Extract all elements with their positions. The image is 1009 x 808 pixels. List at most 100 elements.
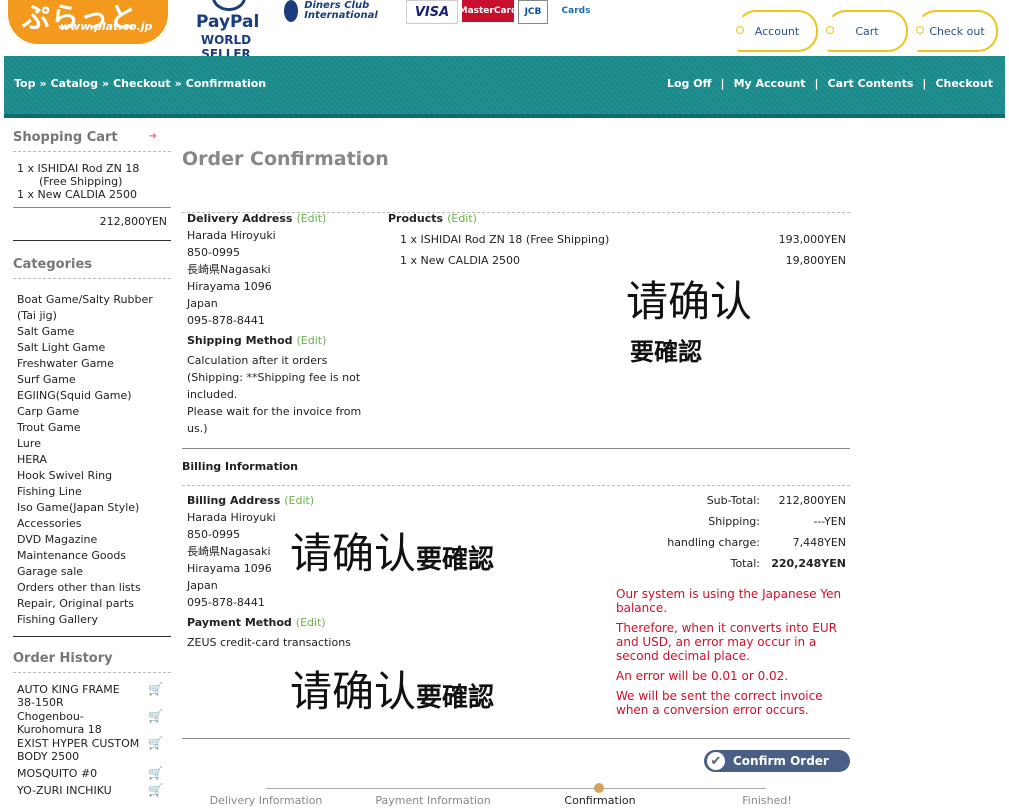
payment-edit-link[interactable]: (Edit) [296,616,326,629]
category-item[interactable]: Salt Light Game [17,340,167,356]
shipping-method-label: Shipping Method [187,334,293,347]
category-item[interactable]: Hook Swivel Ring [17,468,167,484]
overlay-kanji-1-sub: 要確認 [630,338,702,366]
breadcrumb-catalog[interactable]: Catalog [51,77,98,90]
category-item[interactable]: Fishing Gallery [17,612,167,628]
billing-edit-link[interactable]: (Edit) [284,494,314,507]
cart-button[interactable]: Cart [826,10,908,52]
log-off-link[interactable]: Log Off [667,77,712,90]
shipping-line: included. [187,388,238,401]
pin-icon [826,26,834,34]
amex-label: Cards [561,6,591,16]
totals-value: 212,800YEN [778,494,846,507]
delivery-line: 095-878-8441 [187,314,265,327]
history-item-name: Chogenbou- [17,710,84,723]
arrow-right-icon[interactable]: ➜ [149,131,157,142]
category-item[interactable]: HERA [17,452,167,468]
nav-separator: | [814,77,819,90]
breadcrumb-confirmation[interactable]: Confirmation [186,77,266,90]
history-item[interactable]: YO-ZURI INCHIKU 🛒 [17,784,167,798]
category-item[interactable]: Orders other than lists [17,580,167,596]
category-item[interactable]: Boat Game/Salty Rubber [17,292,167,308]
add-to-cart-icon[interactable]: 🛒 [148,784,164,798]
categories-title: Categories [13,255,171,279]
overlay-kanji-2-sub: 要確認 [416,545,495,575]
diners-card-icon: Diners Club International [284,0,396,22]
confirm-order-label: Confirm Order [733,754,829,768]
category-item[interactable]: DVD Magazine [17,532,167,548]
shopping-cart-title[interactable]: Shopping Cart ➜ [13,128,171,152]
currency-notice: Our system is using the Japanese Yen bal… [616,587,850,723]
totals-row: handling charge: 7,448YEN [606,532,846,553]
category-item[interactable]: (Tai jig) [17,308,167,324]
amex-card-icon: Cards [550,0,602,22]
site-header: ぷらっと www.plat.co.jp PayPal WORLD SELLER … [0,0,1009,61]
checkout-button[interactable]: Check out [916,10,998,52]
cart-contents-link[interactable]: Cart Contents [828,77,914,90]
products-edit-link[interactable]: (Edit) [447,212,477,225]
breadcrumb-checkout[interactable]: Checkout [113,77,171,90]
cart-item[interactable]: 1 x New CALDIA 2500 [17,188,167,201]
category-item[interactable]: Repair, Original parts [17,596,167,612]
notice-text: An error will be 0.01 or 0.02. [616,669,789,683]
billing-line: Harada Hiroyuki [187,511,276,524]
confirm-order-button[interactable]: ✔ Confirm Order [704,750,850,772]
checkout-button-label: Check out [929,24,985,38]
shipping-line: us.) [187,422,208,435]
category-item[interactable]: Salt Game [17,324,167,340]
checkout-link[interactable]: Checkout [935,77,993,90]
add-to-cart-icon[interactable]: 🛒 [148,737,164,751]
category-item[interactable]: Freshwater Game [17,356,167,372]
paypal-brand: PayPal [196,12,260,32]
totals-label: Total: [730,557,760,570]
history-item[interactable]: Chogenbou- Kurohomura 18 🛒 [17,710,167,737]
notice-text: Therefore, when it converts into EUR and… [616,621,837,663]
my-account-link[interactable]: My Account [734,77,806,90]
totals-row-grand: Total: 220,248YEN [606,553,846,574]
totals-value: 7,448YEN [792,536,846,549]
category-item[interactable]: EGIING(Squid Game) [17,388,167,404]
breadcrumb-top[interactable]: Top [14,77,35,90]
nav-separator: | [922,77,927,90]
jcb-card-icon: JCB [518,0,548,24]
category-item[interactable]: Lure [17,436,167,452]
add-to-cart-icon[interactable]: 🛒 [148,767,164,781]
step-delivery: Delivery Information [209,794,323,807]
history-item[interactable]: EXIST HYPER CUSTOM BODY 2500 🛒 [17,737,167,764]
shipping-edit-link[interactable]: (Edit) [297,334,327,347]
account-button[interactable]: Account [736,10,818,52]
paypal-logo-icon [212,0,246,11]
category-item[interactable]: Maintenance Goods [17,548,167,564]
category-item[interactable]: Carp Game [17,404,167,420]
mastercard-icon: MasterCard [459,0,517,22]
history-item-name: 38-150R [17,696,64,709]
add-to-cart-icon[interactable]: 🛒 [148,683,164,697]
product-price: 193,000YEN [778,233,846,246]
step-confirmation: Confirmation [564,794,636,807]
shipping-line: (Shipping: **Shipping fee is not [187,371,361,384]
site-logo[interactable]: ぷらっと www.plat.co.jp [8,0,168,44]
history-item[interactable]: AUTO KING FRAME 38-150R 🛒 [17,683,167,710]
overlay-kanji-2: 请确认要確認 [290,530,494,584]
section-top-divider [182,188,850,213]
category-item[interactable]: Accessories [17,516,167,532]
category-item[interactable]: Trout Game [17,420,167,436]
category-item[interactable]: Iso Game(Japan Style) [17,500,167,516]
history-item-name: YO-ZURI INCHIKU [17,784,112,797]
logo-url: www.plat.co.jp [60,20,153,33]
notice-text: Our system is using the Japanese Yen bal… [616,587,842,615]
add-to-cart-icon[interactable]: 🛒 [148,710,164,724]
checkout-progress: Delivery Information Payment Information… [182,783,850,807]
category-item[interactable]: Fishing Line [17,484,167,500]
category-item[interactable]: Surf Game [17,372,167,388]
billing-address-label: Billing Address [187,494,281,507]
breadcrumb-separator: » [174,77,182,90]
history-item[interactable]: MOSQUITO #0 🛒 [17,767,167,781]
section-divider [182,738,850,739]
overlay-kanji-2-main: 请确认 [290,529,417,578]
delivery-edit-link[interactable]: (Edit) [296,212,326,225]
cart-item[interactable]: 1 x ISHIDAI Rod ZN 18 [17,162,167,175]
category-item[interactable]: Garage sale [17,564,167,580]
account-button-label: Account [754,24,800,38]
cart-total: 212,800YEN [13,207,171,241]
